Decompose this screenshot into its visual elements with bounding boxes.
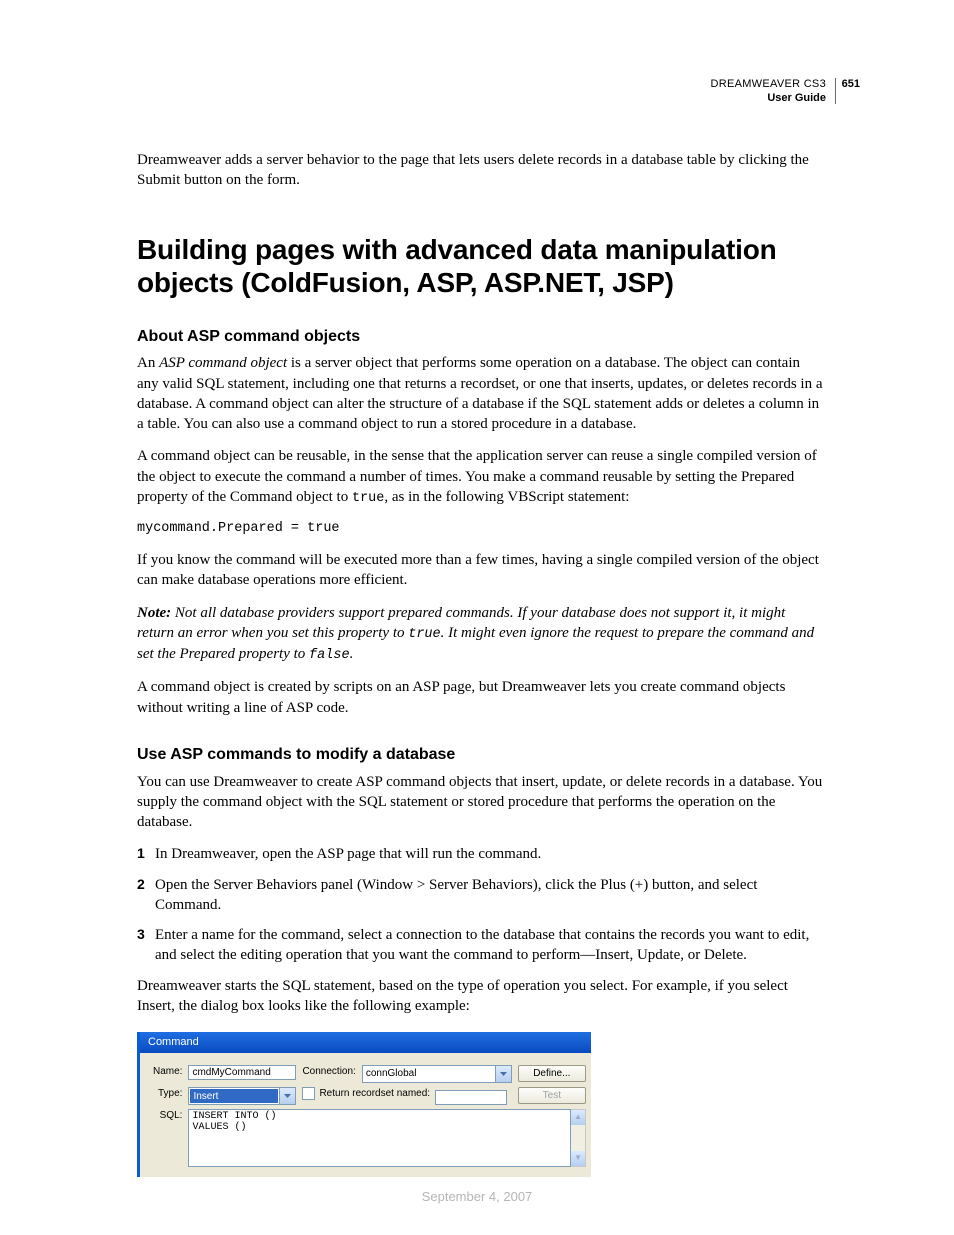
connection-value: connGlobal (363, 1066, 495, 1082)
code-true: true (408, 627, 440, 642)
step-number: 3 (137, 925, 145, 944)
section1-note: Note: Not all database providers support… (137, 603, 824, 666)
checkbox-box (302, 1087, 315, 1100)
step-number: 2 (137, 875, 145, 894)
intro-paragraph: Dreamweaver adds a server behavior to th… (137, 150, 824, 191)
type-value: Insert (190, 1089, 278, 1103)
step-text: Open the Server Behaviors panel (Window … (155, 877, 757, 913)
chevron-down-icon[interactable] (279, 1088, 295, 1104)
step-2: 2 Open the Server Behaviors panel (Window… (137, 875, 824, 916)
code-true: true (352, 491, 384, 506)
chevron-down-icon[interactable] (495, 1066, 511, 1082)
return-recordset-input[interactable] (435, 1090, 507, 1105)
asp-command-object-term: ASP command object (159, 355, 287, 371)
step-3: 3 Enter a name for the command, select a … (137, 925, 824, 966)
step-number: 1 (137, 844, 145, 863)
command-dialog: Command Name: Connection: connGlobal (137, 1032, 591, 1177)
test-button[interactable]: Test (518, 1087, 586, 1105)
vbscript-code-block: mycommand.Prepared = true (137, 520, 824, 538)
connection-label: Connection: (299, 1063, 358, 1085)
text: An (137, 355, 159, 371)
section1-p3: If you know the command will be executed… (137, 550, 824, 591)
dialog-titlebar: Command (140, 1032, 591, 1053)
code-false: false (309, 648, 350, 663)
page: DREAMWEAVER CS3 User Guide 651 Dreamweav… (0, 0, 954, 1235)
connection-combo[interactable]: connGlobal (362, 1065, 512, 1083)
section1-p1: An ASP command object is a server object… (137, 353, 824, 434)
section2-p2: Dreamweaver starts the SQL statement, ba… (137, 976, 824, 1017)
section1-heading: About ASP command objects (137, 326, 824, 348)
section1-p4: A command object is created by scripts o… (137, 677, 824, 718)
step-1: 1 In Dreamweaver, open the ASP page that … (137, 844, 824, 864)
steps-list: 1 In Dreamweaver, open the ASP page that … (137, 844, 824, 965)
type-label: Type: (150, 1085, 185, 1107)
guide-label: User Guide (710, 92, 826, 106)
product-name: DREAMWEAVER CS3 (710, 78, 826, 92)
page-number: 651 (835, 78, 860, 104)
note-label: Note: (137, 605, 171, 621)
sql-label: SQL: (150, 1107, 185, 1169)
sql-scrollbar[interactable]: ▲ ▼ (571, 1109, 585, 1167)
return-recordset-label: Return recordset named: (319, 1087, 430, 1101)
content: Dreamweaver adds a server behavior to th… (137, 150, 824, 1177)
step-text: In Dreamweaver, open the ASP page that w… (155, 846, 541, 862)
footer-date: September 4, 2007 (0, 1188, 954, 1206)
text: , as in the following VBScript statement… (384, 489, 629, 505)
page-header: DREAMWEAVER CS3 User Guide 651 (710, 78, 826, 106)
name-input[interactable] (188, 1065, 296, 1080)
scroll-down-icon[interactable]: ▼ (571, 1151, 584, 1166)
section1-p2: A command object can be reusable, in the… (137, 446, 824, 508)
dialog-body: Name: Connection: connGlobal (140, 1053, 591, 1177)
type-combo[interactable]: Insert (188, 1087, 296, 1105)
text: . (350, 646, 354, 662)
step-text: Enter a name for the command, select a c… (155, 927, 809, 963)
name-label: Name: (150, 1063, 185, 1085)
scroll-up-icon[interactable]: ▲ (571, 1110, 584, 1125)
return-recordset-checkbox[interactable]: Return recordset named: (302, 1087, 430, 1101)
sql-textarea[interactable] (188, 1109, 571, 1167)
h1-title: Building pages with advanced data manipu… (137, 233, 824, 300)
define-button[interactable]: Define... (518, 1065, 586, 1083)
section2-heading: Use ASP commands to modify a database (137, 744, 824, 766)
section2-p1: You can use Dreamweaver to create ASP co… (137, 772, 824, 833)
